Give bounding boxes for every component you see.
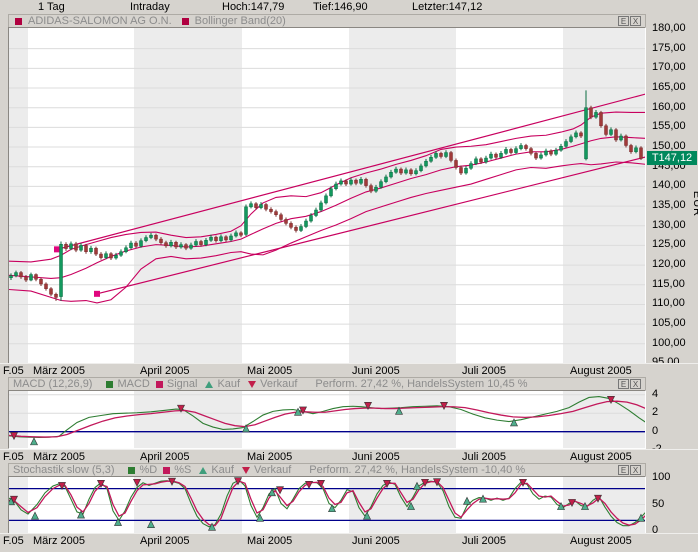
stoch-performance: Perform. 27,42 %, HandelsSystem -10,40 % xyxy=(309,464,525,476)
axis-unit-label: EUR xyxy=(691,191,698,217)
verkauf-triangle-icon xyxy=(248,381,256,388)
close-chart-button[interactable]: X xyxy=(630,16,641,26)
month-label: August 2005 xyxy=(570,451,632,463)
edit-macd-button[interactable]: E xyxy=(618,379,629,389)
axis-tick-label: 180,00 xyxy=(652,22,686,34)
axis-tick-label: 110,00 xyxy=(652,297,685,309)
top-info-bar: 1 Tag Intraday Hoch:147,79 Tief:146,90 L… xyxy=(0,0,698,14)
axis-tick-label: 125,00 xyxy=(652,238,686,250)
month-label: März 2005 xyxy=(33,535,85,547)
stoch-title: Stochastik slow (5,3) xyxy=(13,464,114,476)
month-label: Juni 2005 xyxy=(352,451,400,463)
stoch-kauf-label: Kauf xyxy=(211,464,234,476)
month-label: Juli 2005 xyxy=(462,451,506,463)
stoch-canvas xyxy=(9,477,645,534)
axis-tick-label: 130,00 xyxy=(652,219,686,231)
tief-value: Tief:146,90 xyxy=(313,1,368,13)
macd-title: MACD (12,26,9) xyxy=(13,378,92,390)
month-label: F.05 xyxy=(3,535,24,547)
close-macd-button[interactable]: X xyxy=(630,379,641,389)
month-label: April 2005 xyxy=(140,365,190,377)
macd-line-legend-square-icon xyxy=(106,381,113,388)
axis-tick-label: 140,00 xyxy=(652,179,686,191)
month-label: Mai 2005 xyxy=(247,365,292,377)
bollinger-label: Bollinger Band(20) xyxy=(195,15,286,27)
axis-tick-label: 100 xyxy=(652,471,670,483)
macd-chart[interactable] xyxy=(8,390,646,449)
verkauf-label: Verkauf xyxy=(260,378,297,390)
month-label: August 2005 xyxy=(570,365,632,377)
month-label: Juni 2005 xyxy=(352,535,400,547)
stoch-header: Stochastik slow (5,3) %D %S Kauf Verkauf… xyxy=(8,463,646,476)
axis-tick-label: 170,00 xyxy=(652,61,686,73)
signal-line-label: Signal xyxy=(167,378,198,390)
letzter-value: Letzter:147,12 xyxy=(412,1,482,13)
month-axis-row-2: F.05 März 2005 April 2005 Mai 2005 Juni 2005… xyxy=(0,449,698,464)
close-stoch-button[interactable]: X xyxy=(630,465,641,475)
month-axis-row-3: F.05 März 2005 April 2005 Mai 2005 Juni 2005… xyxy=(0,533,698,548)
axis-tick-label: 155,00 xyxy=(652,120,686,132)
axis-tick-label: 175,00 xyxy=(652,42,686,54)
series-legend-square-icon xyxy=(15,18,22,25)
month-label: April 2005 xyxy=(140,535,190,547)
stoch-verkauf-label: Verkauf xyxy=(254,464,291,476)
verkauf-triangle-icon xyxy=(242,467,250,474)
main-price-chart[interactable] xyxy=(8,27,646,365)
edit-stoch-button[interactable]: E xyxy=(618,465,629,475)
pcts-label: %S xyxy=(174,464,191,476)
month-label: Juni 2005 xyxy=(352,365,400,377)
pctd-legend-square-icon xyxy=(128,467,135,474)
pctd-label: %D xyxy=(139,464,157,476)
kauf-label: Kauf xyxy=(217,378,240,390)
month-label: F.05 xyxy=(3,451,24,463)
instrument-title: ADIDAS-SALOMON AG O.N. xyxy=(28,15,172,27)
month-label: Mai 2005 xyxy=(247,535,292,547)
axis-tick-label: 2 xyxy=(652,406,658,418)
axis-tick-label: 105,00 xyxy=(652,317,686,329)
kauf-triangle-icon xyxy=(199,467,207,474)
last-price-badge: T147,12 xyxy=(647,151,697,165)
macd-canvas xyxy=(9,391,645,448)
stoch-chart[interactable] xyxy=(8,476,646,535)
month-label: Mai 2005 xyxy=(247,451,292,463)
axis-tick-label: 135,00 xyxy=(652,199,686,211)
axis-tick-label: 160,00 xyxy=(652,101,686,113)
bollinger-legend-square-icon xyxy=(182,18,189,25)
month-label: April 2005 xyxy=(140,451,190,463)
edit-chart-button[interactable]: E xyxy=(618,16,629,26)
month-label: F.05 xyxy=(3,365,24,377)
signal-line-legend-square-icon xyxy=(156,381,163,388)
charttype-selector[interactable]: Intraday xyxy=(130,1,170,13)
pcts-legend-square-icon xyxy=(163,467,170,474)
hoch-value: Hoch:147,79 xyxy=(222,1,284,13)
axis-tick-label: 100,00 xyxy=(652,337,686,349)
month-label: August 2005 xyxy=(570,535,632,547)
main-chart-header: ADIDAS-SALOMON AG O.N. Bollinger Band(20… xyxy=(8,14,646,27)
macd-line-label: MACD xyxy=(117,378,149,390)
period-selector[interactable]: 1 Tag xyxy=(38,1,65,13)
charting-app-window: 1 Tag Intraday Hoch:147,79 Tief:146,90 L… xyxy=(0,0,698,552)
axis-tick-label: 115,00 xyxy=(652,278,685,290)
month-label: Juli 2005 xyxy=(462,365,506,377)
month-axis-row-1: F.05 März 2005 April 2005 Mai 2005 Juni 2005… xyxy=(0,363,698,378)
month-label: Juli 2005 xyxy=(462,535,506,547)
axis-tick-label: 165,00 xyxy=(652,81,686,93)
axis-tick-label: 50 xyxy=(652,498,664,510)
axis-tick-label: 0 xyxy=(652,425,658,437)
month-label: März 2005 xyxy=(33,451,85,463)
axis-tick-label: 120,00 xyxy=(652,258,686,270)
macd-header: MACD (12,26,9) MACD Signal Kauf Verkauf … xyxy=(8,377,646,390)
candlestick-canvas xyxy=(9,28,645,364)
month-label: März 2005 xyxy=(33,365,85,377)
axis-tick-label: 4 xyxy=(652,388,658,400)
macd-performance: Perform. 27,42 %, HandelsSystem 10,45 % xyxy=(315,378,527,390)
kauf-triangle-icon xyxy=(205,381,213,388)
